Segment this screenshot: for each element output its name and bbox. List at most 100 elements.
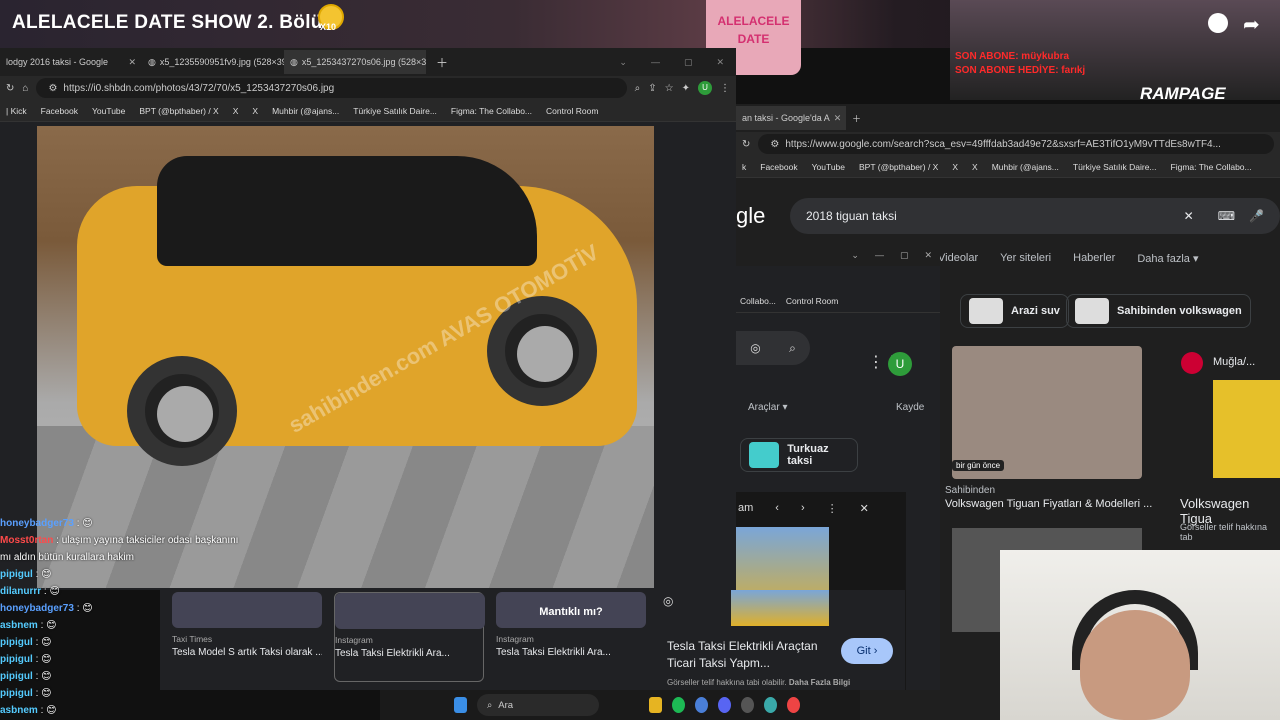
chat-username[interactable]: asbnem — [0, 705, 38, 716]
discord-icon[interactable] — [718, 697, 732, 713]
search-icon[interactable]: ⌕ — [789, 341, 796, 356]
share-icon[interactable]: ➦ — [1243, 12, 1260, 37]
tab-google[interactable]: an taksi - Google'da A ✕ — [736, 106, 846, 130]
reload-icon[interactable]: ↻ — [742, 139, 750, 150]
url-field[interactable]: ⚙ https://www.google.com/search?sca_esv=4… — [758, 134, 1274, 154]
chevron-down-icon[interactable]: ⌄ — [619, 57, 627, 68]
minimize-icon[interactable]: — — [651, 57, 660, 68]
taskbar-search[interactable]: ⌕ Ara — [476, 694, 600, 716]
tools-menu[interactable]: Araçlar ▾ — [748, 402, 787, 413]
bookmark-item[interactable]: X — [952, 162, 958, 172]
bookmark-item[interactable]: Türkiye Satılık Daire... — [353, 106, 437, 116]
tesla-thumb[interactable] — [731, 590, 829, 626]
google-logo[interactable]: gle — [736, 203, 765, 229]
new-tab-icon[interactable]: ＋ — [852, 112, 861, 125]
bookmark-item[interactable]: BPT (@bpthaber) / X — [139, 106, 218, 116]
share-icon[interactable]: ⇪ — [648, 83, 656, 94]
chip-sahibinden[interactable]: Sahibinden volkswagen — [1066, 294, 1251, 328]
close-icon[interactable]: ✕ — [128, 57, 136, 68]
globe-icon[interactable] — [764, 697, 777, 713]
lens-icon[interactable]: ◎ — [750, 341, 760, 355]
bookmark-item[interactable]: BPT (@bpthaber) / X — [859, 162, 938, 172]
bookmark-item[interactable]: Facebook — [760, 162, 797, 172]
minimize-icon[interactable]: — — [875, 250, 884, 264]
tab-1[interactable]: lodgy 2016 taksi - Google ✕ — [0, 50, 142, 74]
chat-username[interactable]: pipigul — [0, 569, 33, 580]
clear-icon[interactable]: ✕ — [1184, 209, 1194, 223]
tab-2[interactable]: ◍x5_1235590951fv9.jpg (528×39✕ — [142, 50, 284, 74]
chip-turkuaz[interactable]: Turkuaz taksi — [740, 438, 858, 472]
result-image-taxi[interactable] — [1213, 380, 1280, 478]
maximize-icon[interactable]: ▢ — [900, 250, 909, 264]
close-icon[interactable]: ✕ — [716, 57, 724, 68]
clock-icon[interactable] — [1208, 13, 1228, 33]
bookmark-control-room[interactable]: Control Room — [786, 296, 838, 306]
tab-more[interactable]: Daha fazla ▾ — [1137, 252, 1198, 265]
chrome-icon[interactable] — [786, 697, 800, 713]
search-input[interactable]: 2018 tiguan taksi ✕ ⌨ 🎤 — [790, 198, 1280, 234]
bookmark-icon[interactable]: ☆ — [665, 83, 674, 94]
bookmark-item[interactable]: X — [972, 162, 978, 172]
folder-icon[interactable] — [649, 697, 663, 713]
menu-icon[interactable]: ⋮ — [720, 83, 730, 94]
avatar[interactable]: U — [698, 81, 712, 95]
result-card[interactable]: Instagram Tesla Taksi Elektrikli Ara... — [334, 592, 485, 682]
tab-places[interactable]: Yer siteleri — [1000, 252, 1051, 265]
bookmark-item[interactable]: Figma: The Collabo... — [451, 106, 532, 116]
menu-chevron-icon[interactable]: ⌄ — [851, 250, 859, 264]
bookmark-item[interactable]: X — [233, 106, 239, 116]
close-icon[interactable]: ✕ — [860, 502, 869, 515]
windows-start-icon[interactable] — [454, 697, 467, 713]
prev-icon[interactable]: ‹ — [775, 502, 779, 515]
bookmark-item[interactable]: X — [252, 106, 258, 116]
more-icon[interactable]: ⋮ — [827, 502, 838, 515]
mic-icon[interactable]: 🎤 — [1249, 209, 1264, 223]
chat-username[interactable]: pipigul — [0, 688, 33, 699]
bookmark-item[interactable]: Facebook — [41, 106, 78, 116]
browser-icon[interactable] — [695, 697, 709, 713]
tab-3[interactable]: ◍x5_1253437270s06.jpg (528×39✕ — [284, 50, 426, 74]
tab-videos[interactable]: Videolar — [938, 252, 978, 265]
bookmark-item[interactable]: YouTube — [92, 106, 125, 116]
git-button[interactable]: Git › — [841, 638, 893, 664]
more-info-link[interactable]: Daha Fazla Bilgi — [789, 678, 850, 687]
close-icon[interactable]: ✕ — [834, 113, 842, 124]
tesla-title[interactable]: Tesla Taksi Elektrikli Araçtan Ticari Ta… — [667, 638, 837, 672]
spotify-icon[interactable] — [672, 697, 686, 713]
next-icon[interactable]: › — [801, 502, 805, 515]
site-info-icon[interactable]: ⚙ — [48, 83, 57, 94]
keyboard-icon[interactable]: ⌨ — [1218, 209, 1235, 223]
zoom-icon[interactable]: ⌕ — [635, 83, 641, 94]
bookmark-item[interactable]: Control Room — [546, 106, 598, 116]
result-title[interactable]: Volkswagen Tiguan Fiyatları & Modelleri … — [945, 498, 1152, 510]
chat-username[interactable]: pipigul — [0, 671, 33, 682]
tab-news[interactable]: Haberler — [1073, 252, 1115, 265]
chat-username[interactable]: honeybadger73 — [0, 603, 74, 614]
new-tab-icon[interactable]: ＋ — [436, 54, 448, 71]
bookmark-item[interactable]: Muhbir (@ajans... — [272, 106, 339, 116]
chat-username[interactable]: Mosst0rtan — [0, 535, 53, 546]
result-card[interactable]: Mantıklı mı? Instagram Tesla Taksi Elektri… — [496, 592, 646, 682]
chat-username[interactable]: dilanurrr — [0, 586, 41, 597]
chat-username[interactable]: honeybadger73 — [0, 518, 74, 529]
lens-icon[interactable]: ◎ — [663, 594, 673, 608]
search-box-small[interactable]: ◎ ⌕ — [736, 331, 810, 365]
bookmark-item[interactable]: YouTube — [812, 162, 845, 172]
bookmark-item[interactable]: | Kick — [6, 106, 27, 116]
maximize-icon[interactable]: ▢ — [684, 57, 693, 68]
site-info-icon[interactable]: ⚙ — [770, 139, 779, 150]
saved-link[interactable]: Kayde — [896, 402, 924, 413]
chat-username[interactable]: asbnem — [0, 620, 38, 631]
chat-username[interactable]: pipigul — [0, 654, 33, 665]
bookmark-item[interactable]: k — [742, 162, 746, 172]
reload-icon[interactable]: ↻ — [6, 83, 14, 94]
home-icon[interactable]: ⌂ — [22, 83, 28, 94]
bookmark-item[interactable]: Figma: The Collabo... — [1171, 162, 1252, 172]
chat-username[interactable]: pipigul — [0, 637, 33, 648]
extensions-icon[interactable]: ✦ — [682, 83, 690, 94]
bookmark-item[interactable]: Türkiye Satılık Daire... — [1073, 162, 1157, 172]
url-field[interactable]: ⚙ https://i0.shbdn.com/photos/43/72/70/x5… — [36, 78, 627, 98]
bookmark-figma[interactable]: Collabo... — [740, 296, 776, 306]
close-icon[interactable]: ✕ — [924, 250, 932, 264]
avatar[interactable]: U — [888, 352, 912, 376]
